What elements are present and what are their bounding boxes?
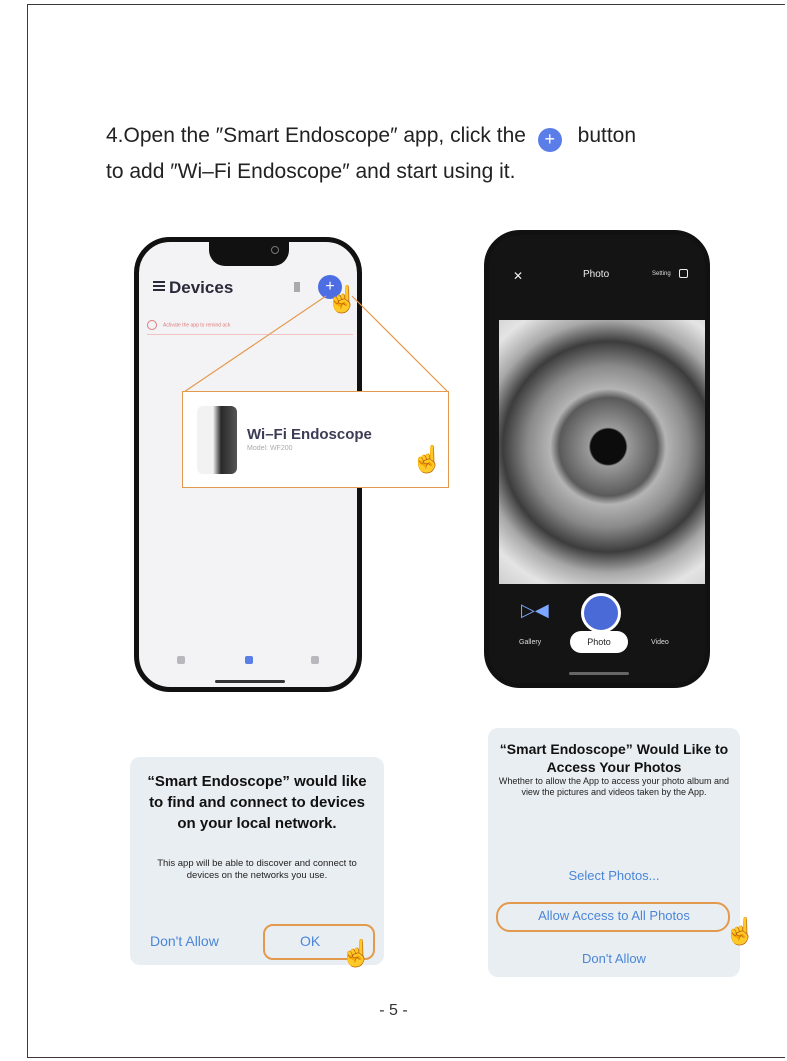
- camera-phone: ✕ Photo Setting ▷◀ Gallery Photo Video: [484, 230, 710, 688]
- device-model: Model: WF200: [247, 445, 293, 452]
- tab-video[interactable]: Video: [651, 639, 669, 646]
- endoscope-camera-view: [499, 320, 705, 584]
- mirror-flip-icon[interactable]: ▷◀: [521, 600, 549, 621]
- tap-hand-icon: ☝: [411, 444, 444, 474]
- allow-all-highlight: [496, 902, 730, 932]
- dont-allow-button[interactable]: Don't Allow: [488, 951, 740, 966]
- dialog-message: Whether to allow the App to access your …: [498, 776, 730, 797]
- dialog-title: “Smart Endoscope” would like to find and…: [147, 773, 367, 832]
- tap-hand-icon: ☝: [724, 916, 757, 946]
- tap-hand-icon: ☝: [326, 284, 359, 314]
- shutter-button[interactable]: [581, 593, 621, 633]
- endoscope-device-image: [197, 406, 237, 474]
- device-callout[interactable]: Wi–Fi Endoscope Model: WF200 ☝: [182, 391, 449, 488]
- page-number: - 5 -: [379, 1002, 408, 1019]
- dialog-title: “Smart Endoscope” Would Like to Access Y…: [499, 741, 729, 775]
- select-photos-button[interactable]: Select Photos...: [488, 868, 740, 883]
- photos-permission-dialog: “Smart Endoscope” Would Like to Access Y…: [488, 728, 740, 977]
- setting-label[interactable]: Setting: [652, 271, 671, 277]
- dialog-message: This app will be able to discover and co…: [157, 858, 357, 881]
- camera-title: Photo: [583, 269, 610, 280]
- tab-photo[interactable]: Photo: [570, 631, 628, 653]
- tab-gallery[interactable]: Gallery: [519, 639, 541, 646]
- device-name: Wi–Fi Endoscope: [247, 426, 372, 443]
- save-icon[interactable]: [679, 269, 688, 278]
- close-icon[interactable]: ✕: [513, 269, 523, 283]
- dont-allow-button[interactable]: Don't Allow: [150, 933, 219, 949]
- tap-hand-icon: ☝: [340, 938, 373, 968]
- home-indicator: [569, 672, 629, 675]
